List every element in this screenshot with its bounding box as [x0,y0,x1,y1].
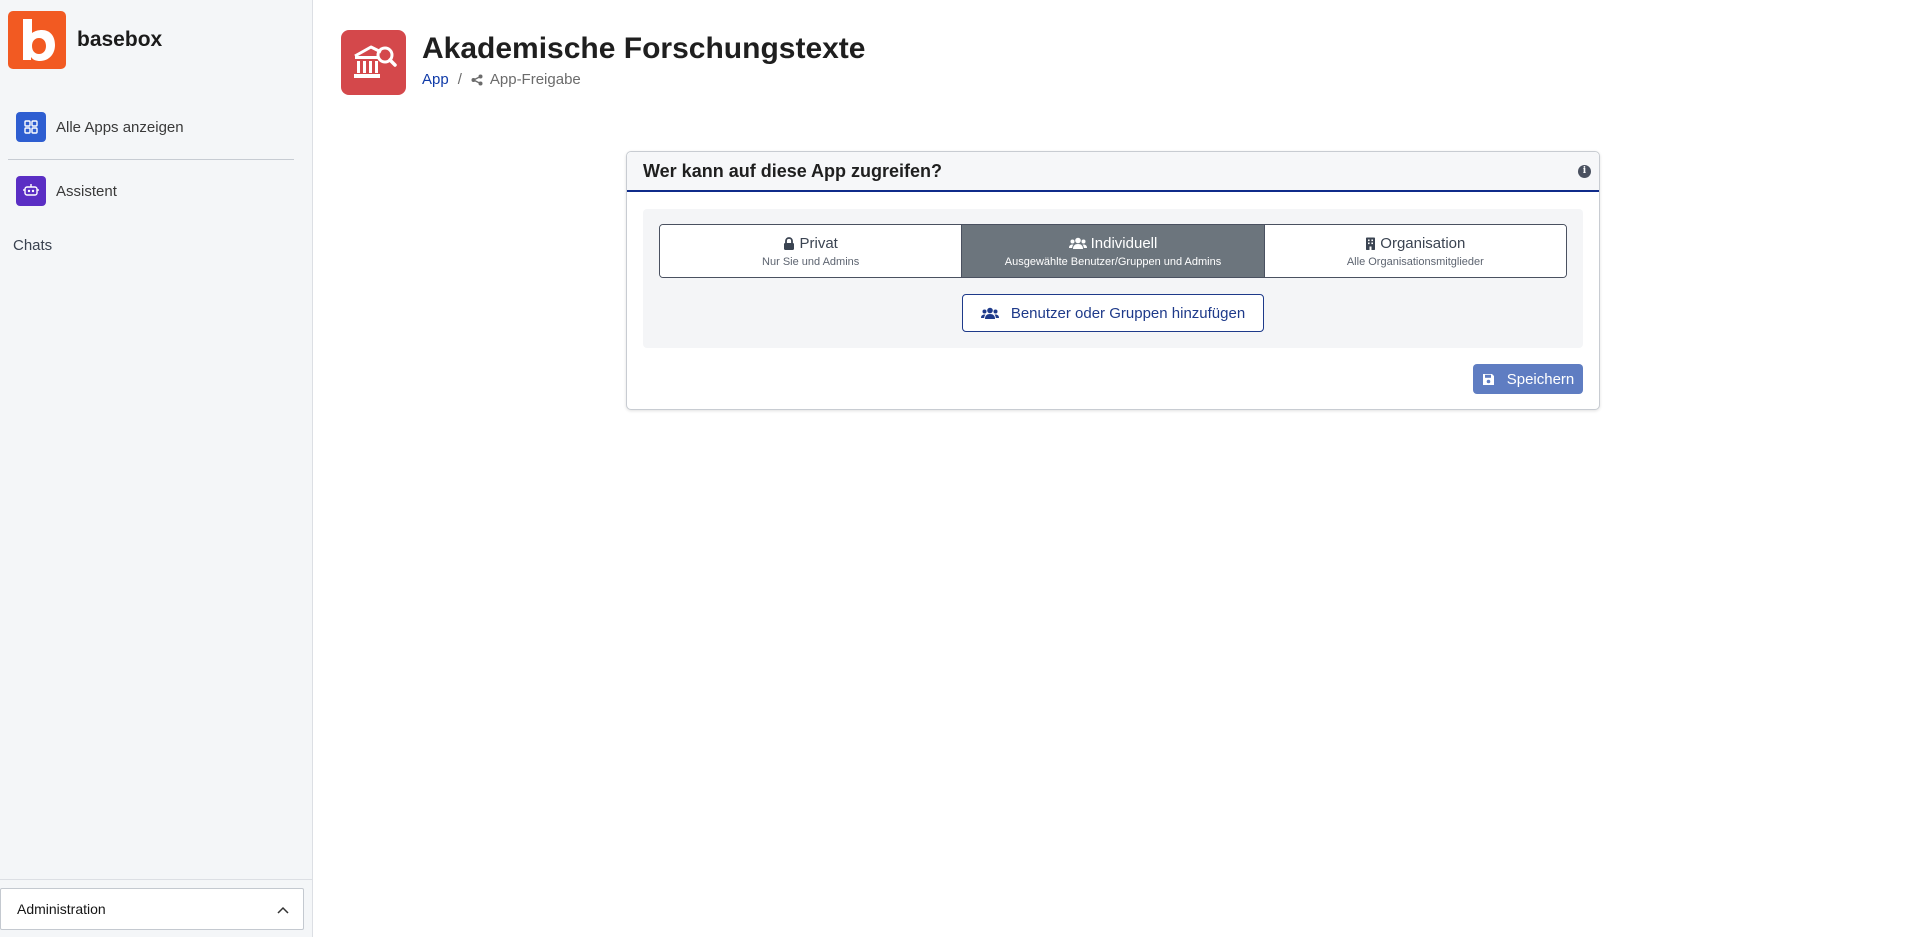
building-icon [1366,237,1376,250]
header-text: Akademische Forschungstexte App / App-Fr… [422,30,865,88]
museum-search-icon [341,30,406,95]
access-option-label: Individuell [1090,234,1158,252]
page-title: Akademische Forschungstexte [422,32,866,65]
card-header: Wer kann auf diese App zugreifen? i [627,152,1599,192]
access-option-label: Organisation [1380,234,1466,252]
access-option-title: Privat [783,234,838,252]
sidebar-item-label: Assistent [56,182,117,200]
access-option-subtitle: Ausgewählte Benutzer/Gruppen und Admins [1004,255,1222,268]
sidebar-item-assistant[interactable]: Assistent [16,174,312,208]
brand-name: basebox [77,28,163,51]
lock-icon [784,236,795,250]
breadcrumb-app-link[interactable]: App [422,71,449,88]
access-option-private[interactable]: Privat Nur Sie und Admins [660,225,963,277]
page-header: Akademische Forschungstexte App / App-Fr… [313,0,1907,95]
card-title: Wer kann auf diese App zugreifen? [643,160,943,181]
breadcrumb-separator: / [457,71,462,88]
save-label: Speichern [1506,370,1575,388]
info-icon[interactable]: i [1578,164,1591,178]
breadcrumb-current-label: App-Freigabe [489,71,581,88]
save-button[interactable]: Speichern [1473,364,1583,394]
sidebar-footer: Administration [0,879,312,937]
users-icon [980,307,999,319]
app-root: basebox Alle Apps anzeigen Assistent Cha… [0,0,1907,937]
chevron-up-icon [277,901,289,917]
access-option-subtitle: Nur Sie und Admins [762,255,860,268]
sidebar-item-all-apps[interactable]: Alle Apps anzeigen [16,110,312,144]
access-option-subtitle: Alle Organisationsmitglieder [1346,255,1484,268]
card-footer: Speichern [627,348,1599,394]
sidebar: basebox Alle Apps anzeigen Assistent Cha… [0,0,313,937]
basebox-logo-icon [8,11,66,69]
breadcrumb-current: App-Freigabe [471,71,581,88]
chats-section-label: Chats [13,237,53,254]
add-button-wrapper: Benutzer oder Gruppen hinzufügen [659,294,1567,332]
access-option-organization[interactable]: Organisation Alle Organisationsmitgliede… [1264,225,1566,277]
main-content: Akademische Forschungstexte App / App-Fr… [313,0,1907,937]
access-option-title: Individuell [1068,234,1158,252]
brand[interactable]: basebox [0,0,312,80]
share-icon [471,74,483,85]
add-users-or-groups-button[interactable]: Benutzer oder Gruppen hinzufügen [962,294,1264,332]
add-users-or-groups-label: Benutzer oder Gruppen hinzufügen [1010,304,1246,322]
assistant-icon [16,176,46,206]
access-option-title: Organisation [1365,235,1465,252]
sharing-card: Wer kann auf diese App zugreifen? i Priv… [626,151,1600,410]
administration-label: Administration [17,901,106,917]
breadcrumb: App / App-Freigabe [422,71,865,88]
card-body: Privat Nur Sie und Admins Individuell Au… [643,209,1583,348]
access-option-label: Privat [799,234,838,252]
grid-icon [16,112,46,142]
administration-menu-button[interactable]: Administration [0,888,304,930]
sidebar-item-label: Alle Apps anzeigen [56,118,184,136]
access-level-selector: Privat Nur Sie und Admins Individuell Au… [659,224,1567,278]
users-icon [1068,237,1087,249]
sidebar-divider [8,159,294,160]
access-option-individual[interactable]: Individuell Ausgewählte Benutzer/Gruppen… [962,225,1265,277]
save-icon [1482,373,1494,385]
